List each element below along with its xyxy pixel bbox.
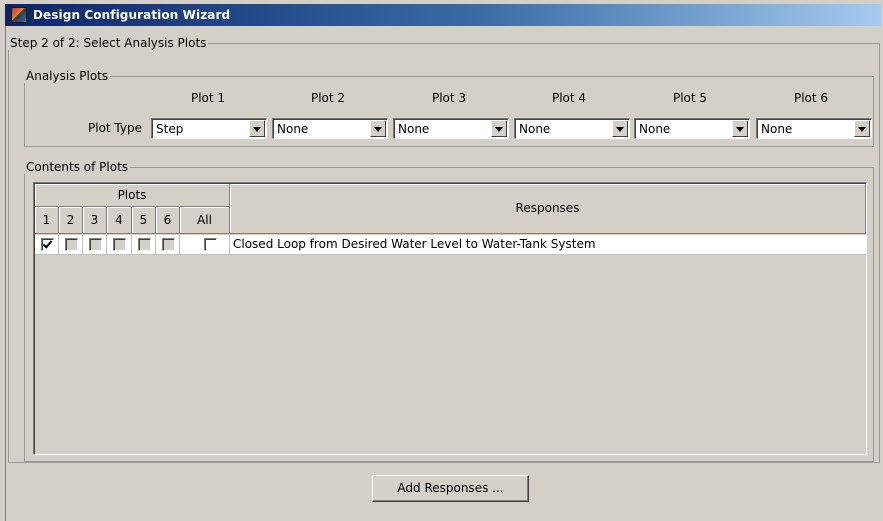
- column-header-4[interactable]: 4: [107, 207, 132, 234]
- column-header-2[interactable]: 2: [59, 207, 83, 234]
- column-header-5[interactable]: 5: [132, 207, 156, 234]
- step-legend: Step 2 of 2: Select Analysis Plots: [10, 36, 207, 50]
- plot-3-type-select[interactable]: None: [393, 118, 509, 139]
- plots-column-group-header: Plots: [35, 184, 230, 207]
- response-name: Closed Loop from Desired Water Level to …: [233, 237, 596, 251]
- plot-2-header: Plot 2: [310, 91, 346, 105]
- plot-4-type-value: None: [519, 122, 551, 136]
- column-header-6[interactable]: 6: [156, 207, 180, 234]
- plot-2-type-select[interactable]: None: [272, 118, 388, 139]
- add-responses-button[interactable]: Add Responses ...: [372, 475, 529, 502]
- analysis-plots-legend: Analysis Plots: [26, 69, 109, 83]
- plot-1-type-select[interactable]: Step: [151, 118, 267, 139]
- plot-6-type-value: None: [761, 122, 793, 136]
- responses-table: Plots 1 2 3 4 5 6 All Responses Closed L…: [33, 182, 867, 455]
- plot-all-checkbox[interactable]: [204, 238, 217, 251]
- chevron-down-icon[interactable]: [491, 120, 507, 137]
- plot-6-type-select[interactable]: None: [756, 118, 872, 139]
- chevron-down-icon[interactable]: [249, 120, 265, 137]
- plot-1-header: Plot 1: [190, 91, 226, 105]
- plot-5-checkbox: [138, 238, 151, 251]
- responses-column-header[interactable]: Responses: [230, 184, 866, 234]
- plot-4-checkbox: [113, 238, 126, 251]
- column-header-all[interactable]: All: [180, 207, 230, 234]
- plot-5-type-value: None: [639, 122, 671, 136]
- title-bar: Design Configuration Wizard: [5, 4, 881, 26]
- plot-1-type-value: Step: [156, 122, 184, 136]
- chevron-down-icon[interactable]: [370, 120, 386, 137]
- plot-3-type-value: None: [398, 122, 430, 136]
- window-title: Design Configuration Wizard: [33, 8, 231, 22]
- plot-type-label: Plot Type: [88, 121, 142, 135]
- plot-1-checkbox[interactable]: [41, 238, 54, 251]
- chevron-down-icon[interactable]: [612, 120, 628, 137]
- plot-5-header: Plot 5: [672, 91, 708, 105]
- plot-3-header: Plot 3: [431, 91, 467, 105]
- plot-3-checkbox: [89, 238, 102, 251]
- plot-4-header: Plot 4: [551, 91, 587, 105]
- app-icon: [11, 7, 27, 23]
- plot-4-type-select[interactable]: None: [514, 118, 630, 139]
- column-header-1[interactable]: 1: [35, 207, 59, 234]
- chevron-down-icon[interactable]: [732, 120, 748, 137]
- plot-2-type-value: None: [277, 122, 309, 136]
- chevron-down-icon[interactable]: [854, 120, 870, 137]
- table-row[interactable]: Closed Loop from Desired Water Level to …: [35, 235, 866, 255]
- contents-of-plots-legend: Contents of Plots: [26, 160, 129, 174]
- plot-6-checkbox: [162, 238, 175, 251]
- column-header-3[interactable]: 3: [83, 207, 107, 234]
- plot-6-header: Plot 6: [793, 91, 829, 105]
- plot-2-checkbox: [65, 238, 78, 251]
- plot-5-type-select[interactable]: None: [634, 118, 750, 139]
